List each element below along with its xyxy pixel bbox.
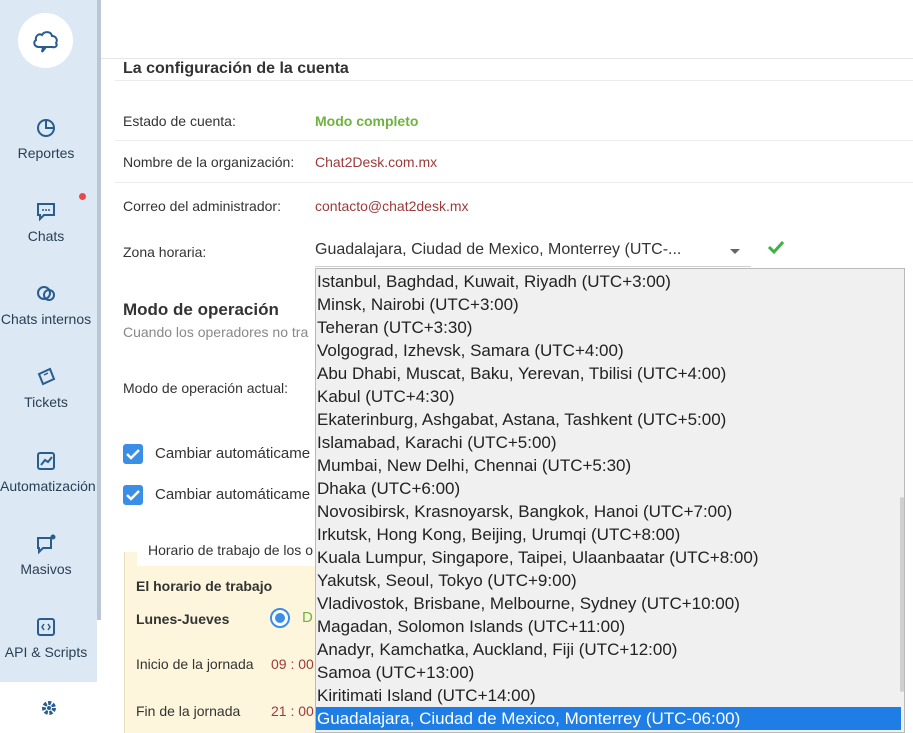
broadcast-icon [37, 534, 56, 555]
status-label: Estado de cuenta: [123, 113, 236, 129]
divider [101, 58, 913, 59]
divider [115, 80, 913, 81]
sidebar-item-settings[interactable] [0, 682, 97, 733]
code-icon [37, 618, 55, 636]
divider [115, 182, 913, 183]
timezone-selected-value: Guadalajara, Ciudad de Mexico, Monterrey… [315, 241, 682, 258]
timezone-option[interactable]: Teheran (UTC+3:30) [316, 316, 901, 339]
sidebar-item-label: Tickets [24, 394, 68, 410]
timezone-option[interactable]: Magadan, Solomon Islands (UTC+11:00) [316, 615, 901, 638]
sidebar-item-api-scripts[interactable]: API & Scripts [0, 616, 92, 660]
auto-switch-checkbox-1[interactable] [123, 444, 143, 464]
auto-switch-label-1: Cambiar automáticame [155, 445, 311, 462]
timezone-option[interactable]: Volgograd, Izhevsk, Samara (UTC+4:00) [316, 339, 901, 362]
timezone-option[interactable]: Kiritimati Island (UTC+14:00) [316, 684, 901, 707]
cloud-logo-icon [32, 30, 58, 53]
gear-icon [41, 700, 56, 715]
sidebar-item-chats[interactable]: Chats [0, 200, 92, 244]
email-label: Correo del administrador: [123, 198, 281, 214]
timezone-option[interactable]: Novosibirsk, Krasnoyarsk, Bangkok, Hanoi… [316, 500, 901, 523]
operation-current-label: Modo de operación actual: [123, 380, 288, 396]
timezone-option[interactable]: Samoa (UTC+13:00) [316, 661, 901, 684]
schedule-heading: El horario de trabajo [136, 578, 273, 594]
logo[interactable] [18, 13, 73, 68]
schedule-radio-label: D [302, 609, 313, 626]
timezone-option[interactable]: Dhaka (UTC+6:00) [316, 477, 901, 500]
timezone-option[interactable]: Yakutsk, Seoul, Tokyo (UTC+9:00) [316, 569, 901, 592]
sidebar-item-reportes[interactable]: Reportes [0, 117, 92, 161]
sidebar-item-tickets[interactable]: Tickets [0, 366, 92, 410]
sidebar-item-chats-internos[interactable]: Chats internos [0, 283, 92, 327]
sidebar-item-label: Reportes [17, 145, 75, 161]
automation-chart-icon [37, 452, 55, 470]
schedule-days: Lunes-Jueves [136, 611, 230, 627]
ticket-icon [37, 367, 56, 386]
timezone-label: Zona horaria: [123, 244, 207, 260]
org-value[interactable]: Chat2Desk.com.mx [315, 154, 437, 170]
timezone-option[interactable]: Islamabad, Karachi (UTC+5:00) [316, 431, 901, 454]
divider [115, 140, 913, 141]
operation-desc: Cuando los operadores no tra [123, 324, 309, 340]
operation-title: Modo de operación [123, 300, 279, 319]
org-label: Nombre de la organización: [123, 154, 295, 170]
sidebar-scrollbar[interactable] [97, 0, 101, 620]
timezone-option[interactable]: Anadyr, Kamchatka, Auckland, Fiji (UTC+1… [316, 638, 901, 661]
start-label: Inicio de la jornada [136, 656, 254, 672]
auto-switch-checkbox-2[interactable] [123, 485, 143, 505]
sidebar-item-label: Masivos [20, 561, 72, 577]
timezone-select[interactable]: Guadalajara, Ciudad de Mexico, Monterrey… [315, 236, 751, 267]
internal-chat-icon [37, 286, 55, 301]
sidebar-item-label: Chats [27, 228, 65, 244]
chat-bubble-icon [37, 203, 55, 222]
notification-badge [79, 193, 86, 200]
timezone-option[interactable]: Istanbul, Baghdad, Kuwait, Riyadh (UTC+3… [316, 270, 901, 293]
timezone-option[interactable]: Ekaterinburg, Ashgabat, Astana, Tashkent… [316, 408, 901, 431]
status-value: Modo completo [315, 113, 419, 129]
check-icon [126, 490, 140, 501]
sidebar-item-automatizacion[interactable]: Automatización [0, 450, 96, 494]
timezone-option[interactable]: Kuala Lumpur, Singapore, Taipei, Ulaanba… [316, 546, 901, 569]
pie-chart-icon [37, 119, 55, 137]
timezone-option[interactable]: Mumbai, New Delhi, Chennai (UTC+5:30) [316, 454, 901, 477]
timezone-option[interactable]: Minsk, Nairobi (UTC+3:00) [316, 293, 901, 316]
timezone-option[interactable]: Vladivostok, Brisbane, Melbourne, Sydney… [316, 592, 901, 615]
timezone-dropdown-list[interactable]: Istanbul, Baghdad, Kuwait, Riyadh (UTC+3… [315, 268, 905, 733]
timezone-option[interactable]: Kabul (UTC+4:30) [316, 385, 901, 408]
sidebar-item-label: API & Scripts [4, 644, 88, 660]
end-time[interactable]: 21 : 00 [271, 703, 314, 719]
auto-switch-label-2: Cambiar automáticame [155, 486, 311, 503]
end-label: Fin de la jornada [136, 703, 241, 719]
check-icon [767, 240, 785, 255]
sidebar: Reportes Chats Chats internos Tickets Au… [0, 0, 97, 733]
page-title: La configuración de la cuenta [123, 60, 349, 77]
sidebar-item-masivos[interactable]: Masivos [0, 533, 92, 577]
timezone-option[interactable]: Abu Dhabi, Muscat, Baku, Yerevan, Tbilis… [316, 362, 901, 385]
schedule-legend: Horario de trabajo de los o [137, 536, 317, 566]
email-value[interactable]: contacto@chat2desk.mx [315, 198, 469, 214]
sidebar-item-label: Automatización [0, 478, 96, 494]
timezone-option[interactable]: Guadalajara, Ciudad de Mexico, Monterrey… [316, 707, 901, 730]
start-time[interactable]: 09 : 00 [271, 656, 314, 672]
check-icon [126, 449, 140, 460]
chevron-down-icon[interactable] [730, 249, 740, 254]
timezone-option[interactable]: Irkutsk, Hong Kong, Beijing, Urumqi (UTC… [316, 523, 901, 546]
schedule-radio[interactable] [270, 608, 290, 628]
sidebar-item-label: Chats internos [0, 311, 92, 327]
